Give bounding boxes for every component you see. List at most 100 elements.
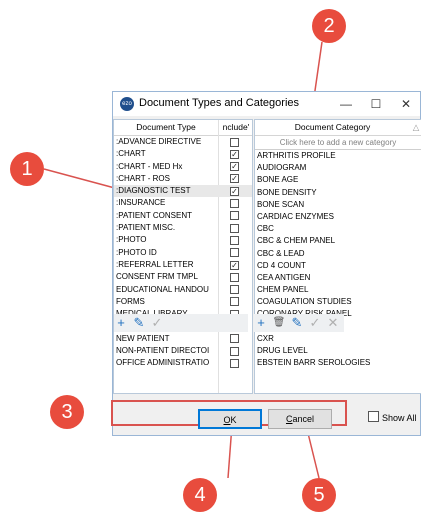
add-type-plus-icon[interactable]: + (114, 316, 128, 330)
document-type-label: :PATIENT CONSENT (116, 210, 193, 220)
document-category-row[interactable]: CBC & CHEM PANEL (255, 235, 421, 247)
document-type-row[interactable]: EDUCATIONAL HANDOU (114, 284, 252, 296)
document-type-row[interactable]: :ADVANCE DIRECTIVE (114, 136, 252, 148)
document-type-label: :PHOTO (116, 235, 147, 245)
include-checkbox[interactable] (230, 248, 239, 258)
delete-category-trash-icon[interactable]: 🗑 (272, 316, 286, 330)
document-category-row[interactable]: CXR (255, 333, 421, 345)
document-type-row[interactable]: OFFICE ADMINISTRATIO (114, 357, 252, 369)
document-type-label: :CHART (116, 149, 146, 159)
document-category-row[interactable]: CD 4 COUNT (255, 260, 421, 272)
ok-label-rest: K (230, 415, 237, 425)
ok-button[interactable]: OK (198, 409, 262, 429)
document-category-rows: ARTHRITIS PROFILE AUDIOGRAM BONE AGE BONE D… (255, 150, 421, 369)
document-category-row[interactable]: COAGULATION STUDIES (255, 296, 421, 308)
document-category-row[interactable]: CBC (255, 223, 421, 235)
document-type-rows: :ADVANCE DIRECTIVE:CHART ✓:CHART - MED Hx… (114, 136, 252, 370)
include-checkbox[interactable] (230, 358, 239, 368)
show-all-label: Show All (382, 413, 417, 423)
document-category-row[interactable]: BONE DENSITY (255, 187, 421, 199)
add-category-plus-icon[interactable]: + (254, 316, 268, 330)
column-header-document-category[interactable]: Document Category (255, 120, 410, 135)
column-header-include[interactable]: nclude' (219, 120, 252, 135)
document-type-row[interactable]: NEW PATIENT (114, 333, 252, 345)
callout-2: 2 (312, 9, 346, 43)
document-type-row[interactable]: :PHOTO (114, 234, 252, 246)
document-category-row[interactable]: ARTHRITIS PROFILE (255, 150, 421, 162)
save-type-check-icon[interactable]: ✓ (150, 316, 164, 330)
document-type-row[interactable]: :PATIENT MISC. (114, 222, 252, 234)
include-checkbox[interactable] (230, 297, 239, 307)
cancel-label-rest: ancel (292, 414, 314, 424)
ok-mnemonic: O (223, 415, 231, 425)
document-type-row[interactable]: :PATIENT CONSENT (114, 210, 252, 222)
maximize-button[interactable]: ☐ (363, 94, 389, 114)
document-category-row[interactable]: BONE AGE (255, 174, 421, 186)
document-type-label: FORMS (116, 296, 145, 306)
document-type-row[interactable]: :CHART - MED Hx ✓ (114, 161, 252, 173)
document-category-row[interactable]: AUDIOGRAM (255, 162, 421, 174)
column-header-document-type[interactable]: Document Type (114, 120, 218, 135)
include-checkbox[interactable] (230, 272, 239, 282)
window-title: Document Types and Categories (139, 97, 299, 109)
document-type-row[interactable]: :DIAGNOSTIC TEST ✓ (114, 185, 252, 198)
document-category-grid[interactable]: Document Category △ Click here to add a … (254, 119, 421, 394)
include-checkbox[interactable]: ✓ (230, 260, 239, 270)
document-category-row[interactable]: BONE SCAN (255, 199, 421, 211)
include-checkbox[interactable] (230, 346, 239, 356)
document-type-label: OFFICE ADMINISTRATIO (116, 358, 210, 368)
minimize-button[interactable]: — (333, 94, 359, 114)
sort-ascending-icon[interactable]: △ (410, 120, 421, 135)
add-category-row[interactable]: Click here to add a new category (255, 136, 421, 150)
document-type-row[interactable]: CONSENT FRM TMPL (114, 271, 252, 283)
document-category-row[interactable]: CEA ANTIGEN (255, 272, 421, 284)
document-type-row[interactable]: :INSURANCE (114, 197, 252, 209)
document-type-label: NON-PATIENT DIRECTOI (116, 346, 210, 356)
title-bar: ezo Document Types and Categories — ☐ ✕ (113, 92, 420, 116)
include-checkbox[interactable] (230, 223, 239, 233)
document-type-header: Document Type nclude' (114, 120, 252, 136)
document-type-row[interactable]: NON-PATIENT DIRECTOI (114, 345, 252, 357)
include-checkbox[interactable] (230, 334, 239, 344)
document-type-row[interactable]: :CHART ✓ (114, 148, 252, 160)
document-type-row[interactable]: FORMS (114, 296, 252, 308)
document-type-label: :PHOTO ID (116, 247, 157, 257)
document-category-row[interactable]: CBC & LEAD (255, 248, 421, 260)
document-type-row[interactable]: :PHOTO ID (114, 247, 252, 259)
cancel-category-x-icon[interactable]: ✕ (326, 316, 340, 330)
include-checkbox[interactable] (230, 211, 239, 221)
include-checkbox[interactable] (230, 137, 239, 147)
show-all-box[interactable] (368, 411, 379, 422)
include-checkbox[interactable] (230, 199, 239, 209)
callout-4: 4 (183, 478, 217, 512)
document-category-row[interactable]: CARDIAC ENZYMES (255, 211, 421, 223)
save-category-check-icon[interactable]: ✓ (308, 316, 322, 330)
edit-category-pencil-icon[interactable]: ✎ (290, 316, 304, 330)
edit-type-pencil-icon[interactable]: ✎ (132, 316, 146, 330)
document-type-label: :PATIENT MISC. (116, 223, 176, 233)
callout-5: 5 (302, 478, 336, 512)
document-type-grid[interactable]: Document Type nclude' :ADVANCE DIRECTIVE… (113, 119, 253, 394)
include-checkbox[interactable]: ✓ (230, 186, 239, 196)
include-checkbox[interactable]: ✓ (230, 162, 239, 172)
document-type-label: :ADVANCE DIRECTIVE (116, 137, 202, 146)
callout-1: 1 (10, 152, 44, 186)
document-types-window: ezo Document Types and Categories — ☐ ✕ … (112, 91, 421, 436)
document-category-row[interactable]: DRUG LEVEL (255, 345, 421, 357)
cancel-button[interactable]: Cancel (268, 409, 332, 429)
document-type-label: :INSURANCE (116, 198, 166, 208)
include-checkbox[interactable]: ✓ (230, 149, 239, 159)
document-type-label: :DIAGNOSTIC TEST (116, 186, 191, 196)
callout-3: 3 (50, 395, 84, 429)
document-type-row[interactable]: :CHART - ROS ✓ (114, 173, 252, 185)
show-all-checkbox[interactable]: Show All (368, 411, 417, 423)
document-type-row[interactable]: :REFERRAL LETTER ✓ (114, 259, 252, 271)
include-checkbox[interactable] (230, 235, 239, 245)
document-category-header: Document Category △ (255, 120, 421, 136)
app-icon: ezo (120, 97, 134, 111)
document-category-row[interactable]: EBSTEIN BARR SEROLOGIES (255, 357, 421, 369)
include-checkbox[interactable] (230, 285, 239, 295)
document-category-row[interactable]: CHEM PANEL (255, 284, 421, 296)
include-checkbox[interactable]: ✓ (230, 174, 239, 184)
close-button[interactable]: ✕ (393, 94, 419, 114)
